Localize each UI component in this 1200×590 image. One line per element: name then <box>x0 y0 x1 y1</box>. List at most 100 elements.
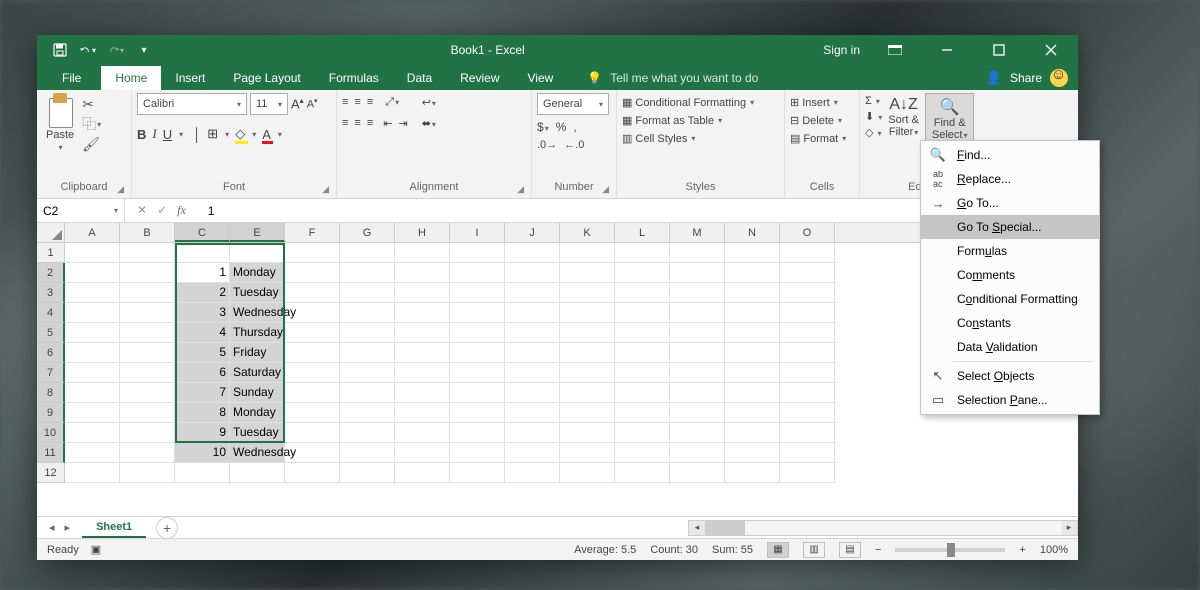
cell[interactable] <box>505 243 560 263</box>
row-header[interactable]: 7 <box>37 363 65 383</box>
cell[interactable] <box>395 343 450 363</box>
cell[interactable] <box>340 263 395 283</box>
cell[interactable] <box>175 463 230 483</box>
align-left-icon[interactable]: ≡ <box>342 117 348 130</box>
cell[interactable] <box>120 423 175 443</box>
cell[interactable] <box>725 443 780 463</box>
normal-view-icon[interactable]: ▦ <box>767 542 789 558</box>
cell[interactable] <box>65 443 120 463</box>
cell[interactable] <box>725 363 780 383</box>
align-right-icon[interactable]: ≡ <box>367 117 373 130</box>
column-header[interactable]: I <box>450 223 505 242</box>
cell[interactable] <box>450 263 505 283</box>
cell[interactable] <box>395 243 450 263</box>
cell[interactable]: 1 <box>175 263 230 283</box>
comma-format-icon[interactable]: , <box>573 120 576 134</box>
menu-formulas[interactable]: Formulas <box>921 239 1099 263</box>
cell[interactable] <box>505 443 560 463</box>
cell[interactable] <box>450 383 505 403</box>
insert-cells-button[interactable]: ⊞Insert▾ <box>790 95 838 110</box>
cell[interactable] <box>285 383 340 403</box>
cell[interactable] <box>395 443 450 463</box>
cell[interactable] <box>670 263 725 283</box>
cell[interactable] <box>560 363 615 383</box>
qat-customize-icon[interactable]: ▾ <box>136 42 152 58</box>
select-all-button[interactable] <box>37 223 65 242</box>
cell[interactable] <box>725 263 780 283</box>
tab-scroll-right-icon[interactable]: ▸ <box>65 521 71 534</box>
cell[interactable] <box>340 303 395 323</box>
copy-icon[interactable]: ⿻▾ <box>82 116 100 132</box>
zoom-thumb[interactable] <box>947 543 955 557</box>
row-header[interactable]: 8 <box>37 383 65 403</box>
cell[interactable] <box>450 243 505 263</box>
sign-in-link[interactable]: Sign in <box>823 43 860 57</box>
save-icon[interactable] <box>52 42 68 58</box>
cell[interactable] <box>450 363 505 383</box>
cell[interactable] <box>120 343 175 363</box>
cell[interactable] <box>340 403 395 423</box>
dialog-launcher-icon[interactable]: ◢ <box>602 182 609 197</box>
cell[interactable] <box>615 243 670 263</box>
cell[interactable] <box>65 463 120 483</box>
cell[interactable] <box>780 323 835 343</box>
cell[interactable] <box>725 323 780 343</box>
tell-me-search[interactable]: 💡 Tell me what you want to do <box>587 71 758 85</box>
cell[interactable] <box>395 263 450 283</box>
cell[interactable] <box>285 343 340 363</box>
sheet-tab[interactable]: Sheet1 <box>82 518 146 538</box>
undo-icon[interactable]: ▾ <box>80 42 96 58</box>
sort-filter-button[interactable]: A↓Z Sort & Filter▾ <box>882 93 925 138</box>
cell[interactable] <box>340 423 395 443</box>
cell[interactable] <box>780 383 835 403</box>
align-center-icon[interactable]: ≡ <box>354 117 360 130</box>
menu-replace[interactable]: abac Replace... <box>921 167 1099 191</box>
cell[interactable] <box>505 463 560 483</box>
cell[interactable] <box>615 383 670 403</box>
scrollbar-thumb[interactable] <box>705 521 745 535</box>
tab-page-layout[interactable]: Page Layout <box>219 66 314 90</box>
cell[interactable] <box>450 403 505 423</box>
cell[interactable] <box>670 363 725 383</box>
menu-constants[interactable]: Constants <box>921 311 1099 335</box>
cell[interactable] <box>65 243 120 263</box>
find-select-button[interactable]: 🔍 Find & Select▾ <box>925 93 975 142</box>
cell[interactable] <box>670 243 725 263</box>
fill-color-icon[interactable]: ◇ <box>235 126 245 142</box>
number-format-combo[interactable]: General▾ <box>537 93 609 115</box>
cell[interactable]: Monday <box>230 263 285 283</box>
cell[interactable] <box>560 403 615 423</box>
paste-button[interactable]: Paste ▾ <box>42 93 78 152</box>
cell[interactable] <box>285 263 340 283</box>
cell[interactable] <box>615 263 670 283</box>
cell[interactable] <box>670 343 725 363</box>
align-top-icon[interactable]: ≡ <box>342 96 348 109</box>
cell[interactable] <box>615 443 670 463</box>
share-button[interactable]: Share <box>1010 71 1042 85</box>
cell[interactable] <box>615 283 670 303</box>
tab-data[interactable]: Data <box>393 66 446 90</box>
percent-format-icon[interactable]: % <box>556 120 567 134</box>
cell[interactable] <box>505 343 560 363</box>
delete-cells-button[interactable]: ⊟Delete▾ <box>790 113 842 128</box>
font-size-combo[interactable]: 11▾ <box>250 93 288 115</box>
tab-home[interactable]: Home <box>101 66 161 90</box>
cell[interactable] <box>670 383 725 403</box>
cell[interactable] <box>395 323 450 343</box>
cell[interactable] <box>285 423 340 443</box>
bold-button[interactable]: B <box>137 127 146 142</box>
cell[interactable] <box>780 343 835 363</box>
row-header[interactable]: 11 <box>37 443 65 463</box>
font-name-combo[interactable]: Calibri▾ <box>137 93 247 115</box>
row-header[interactable]: 4 <box>37 303 65 323</box>
cell[interactable] <box>780 283 835 303</box>
cell[interactable] <box>285 463 340 483</box>
feedback-icon[interactable] <box>1050 69 1068 87</box>
column-header[interactable]: O <box>780 223 835 242</box>
row-header[interactable]: 12 <box>37 463 65 483</box>
cell[interactable] <box>65 383 120 403</box>
cell[interactable]: 8 <box>175 403 230 423</box>
cell[interactable] <box>780 403 835 423</box>
tab-review[interactable]: Review <box>446 66 513 90</box>
cell[interactable] <box>120 283 175 303</box>
